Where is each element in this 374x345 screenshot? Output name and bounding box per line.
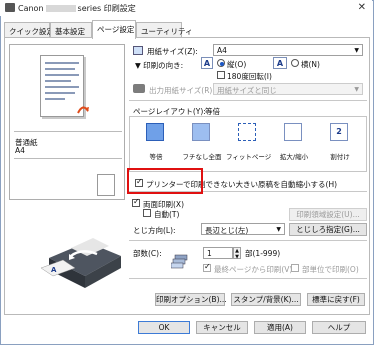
divider (129, 240, 367, 241)
help-button[interactable]: ヘルプ (312, 321, 366, 334)
title-bar: Canon series 印刷設定 ✕ (0, 0, 372, 16)
chevron-down-icon: ▼ (354, 86, 359, 93)
divider (129, 278, 367, 279)
landscape-page-icon: A (273, 57, 287, 69)
collate-checkbox[interactable] (291, 264, 299, 272)
copies-range-label: 部(1-999) (245, 249, 281, 258)
binding-value: 長辺とじ(左) (205, 226, 249, 235)
tab-utility[interactable]: ユーティリティ (136, 22, 193, 38)
highlight-box (127, 168, 203, 194)
copies-label: 部数(C): (133, 249, 162, 258)
copies-stepper[interactable]: ▲ ▼ (233, 247, 241, 260)
normal-size-icon (146, 123, 164, 141)
copies-input[interactable]: 1 (203, 247, 233, 259)
auto-duplex-label: 自動(T) (154, 210, 180, 219)
tab-page-setup[interactable]: ページ設定 (92, 20, 136, 39)
borderless-icon (192, 123, 210, 141)
dialog-footer: OK キャンセル 適用(A) ヘルプ (0, 318, 372, 343)
chevron-down-icon: ▼ (354, 47, 359, 54)
paper-size-label: 用紙サイズ(Z): (147, 47, 198, 56)
layout-borderless[interactable]: フチなし全面 (180, 119, 224, 165)
orientation-label-text: 印刷の向き: (143, 61, 184, 70)
title-prefix: Canon (18, 4, 44, 13)
landscape-label: 横(N) (301, 60, 320, 69)
cancel-button[interactable]: キャンセル (196, 321, 248, 334)
layout-fit-page[interactable]: フィットページ (226, 119, 272, 165)
auto-duplex-checkbox[interactable] (143, 209, 151, 217)
multi-page-icon: 2 (330, 123, 348, 141)
copies-stack-icon (170, 254, 189, 270)
tab-quick[interactable]: クイック設定 (4, 22, 54, 38)
tab-basic[interactable]: 基本設定 (50, 22, 92, 38)
stamp-background-button[interactable]: スタンプ/背景(K)... (231, 293, 301, 306)
layout-page-layout[interactable]: 2 割付け (318, 119, 362, 165)
paper-size-select[interactable]: A4 ▼ (213, 44, 363, 56)
last-page-first-label: 最終ページから印刷(V) (214, 265, 293, 274)
orientation-label: ▼ 印刷の向き: (135, 61, 184, 70)
scaled-icon (284, 123, 302, 141)
portrait-radio[interactable] (217, 59, 225, 67)
divider (129, 100, 367, 101)
svg-text:A: A (51, 266, 57, 274)
chevron-down-icon: ▼ (276, 226, 281, 233)
last-page-first-checkbox[interactable] (203, 262, 211, 272)
paper-size-preview-label: A4 (15, 146, 25, 155)
portrait-page-icon: A (201, 57, 213, 69)
layout-scaled-label: 拡大/縮小 (279, 153, 309, 161)
title-suffix: series 印刷設定 (77, 4, 136, 13)
apply-button[interactable]: 適用(A) (254, 321, 306, 334)
restore-defaults-button[interactable]: 標準に戻す(F) (307, 293, 365, 306)
redacted-model (45, 5, 76, 12)
output-size-select[interactable]: 用紙サイズと同じ ▼ (213, 83, 363, 95)
output-size-label: 出力用紙サイズ(R): (149, 86, 215, 95)
layout-fit-page-label: フィットページ (226, 153, 272, 161)
layout-normal[interactable]: 等倍 (134, 119, 178, 165)
layout-page-layout-label: 割付け (330, 153, 350, 161)
paper-size-value: A4 (217, 46, 227, 55)
output-size-value: 用紙サイズと同じ (217, 86, 277, 95)
output-sheet-icon (97, 174, 115, 196)
rotate180-label: 180度回転(I) (227, 72, 272, 81)
close-icon[interactable]: ✕ (358, 2, 366, 13)
print-options-button[interactable]: 印刷オプション(B)... (155, 293, 227, 306)
duplex-checkbox[interactable] (132, 197, 140, 207)
layout-borderless-label: フチなし全面 (182, 153, 222, 161)
paper-size-icon (133, 46, 143, 55)
printer-icon (5, 3, 15, 12)
printer-illustration: A (40, 228, 125, 292)
layout-normal-label: 等倍 (149, 153, 163, 161)
page-setup-panel: 普通紙 A4 A 用紙サイズ(Z): A4 ▼ ▼ 印刷の向き: A 縦(O) A… (4, 37, 370, 315)
layout-scaled[interactable]: 拡大/縮小 (272, 119, 316, 165)
rotate180-checkbox[interactable] (217, 71, 225, 79)
tab-bar: クイック設定 基本設定 ページ設定 ユーティリティ (4, 20, 370, 39)
portrait-label: 縦(O) (227, 60, 247, 69)
print-area-setup-button[interactable]: 印刷領域設定(U)... (289, 208, 367, 221)
duplex-arrow-icon (76, 103, 90, 117)
fit-page-icon (238, 123, 256, 141)
ok-button[interactable]: OK (138, 321, 190, 334)
binding-label: とじ方向(L): (133, 226, 176, 235)
window-title: Canon series 印刷設定 (18, 3, 136, 14)
binding-margin-button[interactable]: とじしろ指定(G)... (289, 223, 367, 236)
landscape-radio[interactable] (291, 59, 299, 67)
collate-label: 部単位で印刷(O) (302, 265, 359, 274)
binding-select[interactable]: 長辺とじ(左) ▼ (201, 223, 285, 235)
output-size-icon (133, 84, 145, 93)
page-layout-list: 等倍 フチなし全面 フィットページ 拡大/縮小 2 割付け (129, 116, 367, 172)
